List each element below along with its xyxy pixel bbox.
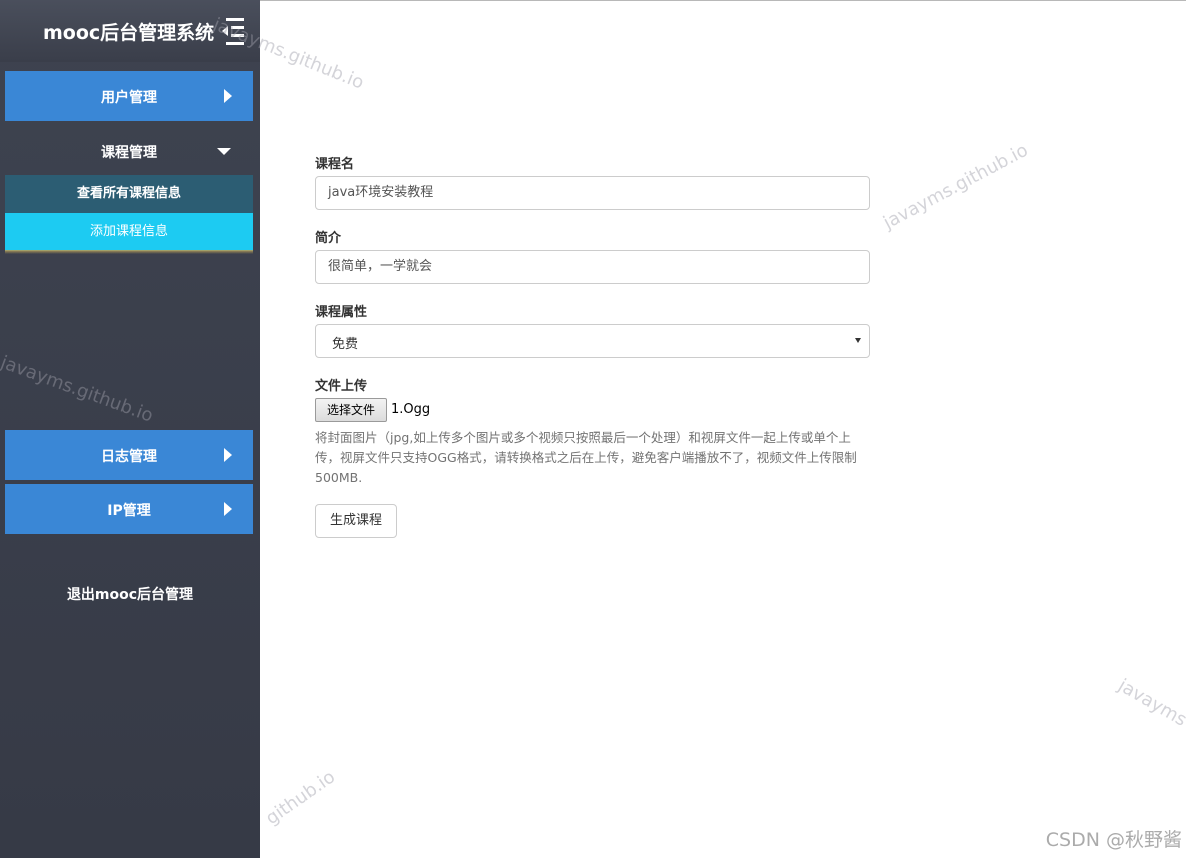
submenu-bottom-divider (5, 250, 253, 254)
credit-watermark: CSDN @秋野酱 (1045, 829, 1182, 851)
top-border (260, 0, 1186, 1)
sidebar-item-courses[interactable]: 课程管理 (5, 124, 253, 174)
generate-course-button[interactable]: 生成课程 (315, 504, 397, 538)
caret-right-icon (224, 448, 232, 462)
select-value: 免费 (332, 337, 359, 352)
caret-right-icon (224, 89, 232, 103)
logout-link[interactable]: 退出mooc后台管理 (0, 584, 260, 604)
upload-help-text: 将封面图片（jpg,如上传多个图片或多个视频只按照最后一个处理）和视屏文件一起上… (315, 430, 857, 485)
caret-down-icon (217, 148, 231, 155)
app-title: mooc后台管理系统 (43, 22, 215, 44)
sidebar-item-logs[interactable]: 日志管理 (5, 430, 253, 480)
submenu-item-add-course[interactable]: 添加课程信息 (5, 213, 253, 251)
submenu-item-view-courses[interactable]: 查看所有课程信息 (5, 175, 253, 213)
upload-label: 文件上传 (315, 379, 368, 394)
course-attribute-select[interactable]: 免费 (315, 324, 870, 358)
course-name-label: 课程名 (315, 157, 355, 172)
intro-label: 简介 (315, 231, 342, 246)
sidebar-item-ip[interactable]: IP管理 (5, 484, 253, 534)
sidebar-item-label: IP管理 (107, 503, 151, 519)
choose-file-button[interactable]: 选择文件 (315, 398, 387, 422)
caret-right-icon (224, 502, 232, 516)
sidebar-item-label: 日志管理 (101, 449, 157, 465)
sidebar-item-label: 用户管理 (101, 90, 157, 106)
watermark: github.io (262, 766, 340, 830)
sidebar-item-users[interactable]: 用户管理 (5, 71, 253, 121)
watermark: javayms (1114, 675, 1186, 731)
selected-file-name: 1.Ogg (391, 402, 431, 417)
watermark: javayms.github.io (880, 139, 1032, 234)
chevron-down-icon (855, 338, 861, 343)
sidebar: mooc后台管理系统 用户管理 课程管理 查看所有课程信息 添加课程信息 日志管… (0, 0, 260, 858)
course-attribute-label: 课程属性 (315, 305, 368, 320)
intro-input[interactable]: 很简单，一学就会 (315, 250, 870, 284)
sidebar-item-label: 课程管理 (101, 145, 157, 161)
course-name-input[interactable]: java环境安装教程 (315, 176, 870, 210)
